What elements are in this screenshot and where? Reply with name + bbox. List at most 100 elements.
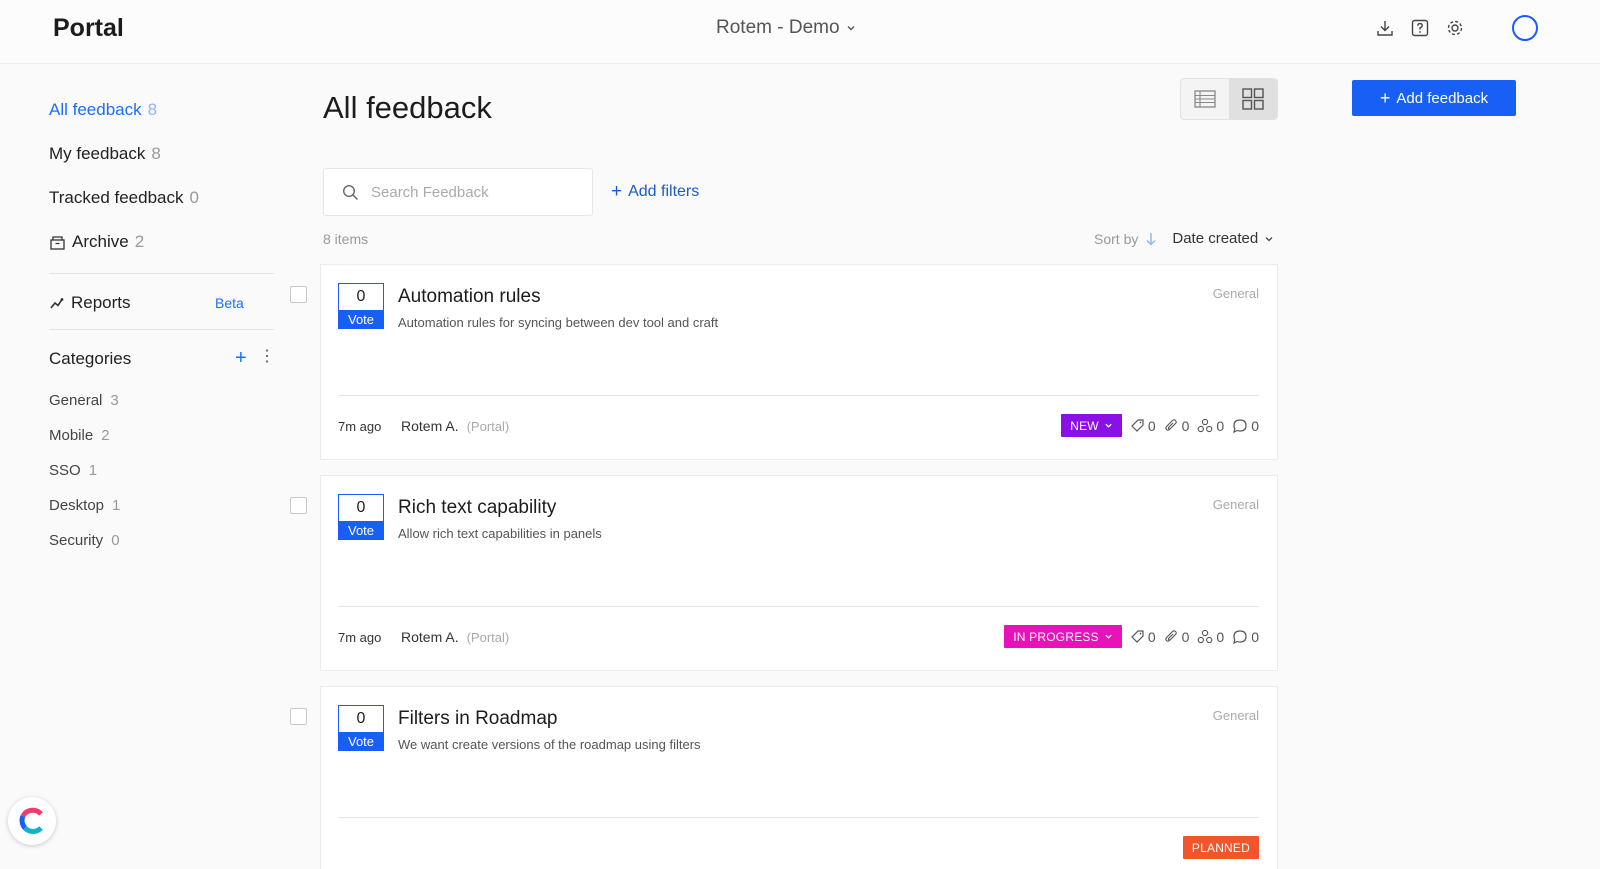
tag-icon	[1130, 419, 1144, 432]
paperclip-icon	[1164, 419, 1177, 431]
comments-value: 0	[1251, 417, 1259, 434]
comments-count[interactable]: 0	[1232, 418, 1259, 434]
add-feedback-button[interactable]: + Add feedback	[1352, 80, 1516, 116]
archive-icon	[50, 235, 65, 250]
comments-count[interactable]: 0	[1232, 629, 1259, 645]
status-label: IN PROGRESS	[1013, 629, 1099, 644]
category-item-mobile[interactable]: Mobile 2	[49, 427, 110, 444]
chevron-down-icon	[847, 26, 855, 31]
view-toggle	[1180, 78, 1278, 120]
tags-count[interactable]: 0	[1130, 418, 1156, 434]
card-meta: NEW 0 0 0 0	[1061, 414, 1259, 437]
status-badge[interactable]: PLANNED	[1182, 836, 1259, 859]
status-label: NEW	[1070, 418, 1099, 433]
tags-count[interactable]: 0	[1130, 629, 1156, 645]
sidebar-item-count: 8	[147, 100, 158, 119]
tags-value: 0	[1147, 628, 1156, 645]
links-count[interactable]: 0	[1197, 418, 1224, 434]
category-item-security[interactable]: Security 0	[49, 532, 120, 549]
add-category-button[interactable]: +	[235, 348, 247, 368]
card-description: Automation rules for syncing between dev…	[398, 315, 719, 330]
avatar[interactable]	[1512, 15, 1538, 41]
card-meta: IN PROGRESS 0 0 0 0	[1004, 625, 1259, 648]
sort-control: Sort by Date created	[1094, 230, 1274, 247]
chat-widget-button[interactable]	[8, 797, 56, 845]
category-label: Mobile	[49, 427, 94, 444]
table-view-icon	[1194, 90, 1216, 108]
search-box[interactable]	[323, 168, 593, 216]
table-view-button[interactable]	[1181, 79, 1229, 119]
card-author: Rotem A.	[401, 418, 459, 434]
links-count[interactable]: 0	[1197, 629, 1224, 645]
vote-button[interactable]: 0 Vote	[338, 705, 384, 751]
vote-count: 0	[356, 710, 366, 727]
card-title[interactable]: Automation rules	[398, 286, 541, 308]
grid-view-icon	[1242, 88, 1264, 110]
sidebar-item-my-feedback[interactable]: My feedback 8	[49, 144, 161, 164]
card-description: Allow rich text capabilities in panels	[398, 526, 602, 541]
add-filters-button[interactable]: + Add filters	[611, 182, 699, 201]
status-badge[interactable]: NEW	[1061, 414, 1122, 437]
workspace-name: Rotem - Demo	[716, 17, 840, 38]
feedback-card[interactable]: 0 Vote Automation rules Automation rules…	[320, 264, 1278, 460]
category-count: 3	[110, 392, 119, 409]
category-item-sso[interactable]: SSO 1	[49, 462, 97, 479]
comment-icon	[1233, 629, 1247, 644]
help-icon[interactable]	[1409, 17, 1431, 39]
card-source: (Portal)	[466, 419, 510, 434]
card-checkbox[interactable]	[290, 708, 307, 725]
comment-icon	[1233, 418, 1247, 433]
paperclip-icon	[1164, 630, 1177, 642]
category-count: 0	[111, 532, 120, 549]
sidebar-item-count: 0	[189, 188, 199, 207]
sidebar-item-label: All feedback	[49, 100, 142, 119]
beta-badge: Beta	[215, 295, 244, 311]
feedback-card[interactable]: 0 Vote Filters in Roadmap We want create…	[320, 686, 1278, 869]
vote-count: 0	[356, 499, 366, 516]
attachments-count[interactable]: 0	[1164, 628, 1190, 645]
sidebar-item-all-feedback[interactable]: All feedback 8	[49, 100, 157, 120]
card-meta: PLANNED	[1182, 836, 1259, 859]
gear-icon[interactable]	[1444, 17, 1466, 39]
sort-direction-icon[interactable]	[1144, 231, 1158, 247]
workspace-selector[interactable]: Rotem - Demo	[716, 17, 857, 39]
vote-count: 0	[356, 288, 366, 305]
tag-icon	[1130, 630, 1144, 643]
category-item-general[interactable]: General 3	[49, 392, 119, 409]
reports-icon	[50, 298, 64, 309]
categories-more-icon[interactable]: ⋮	[259, 349, 275, 365]
card-source: (Portal)	[466, 630, 510, 645]
sidebar-item-tracked-feedback[interactable]: Tracked feedback 0	[49, 188, 199, 208]
vote-button[interactable]: 0 Vote	[338, 283, 384, 329]
card-title[interactable]: Filters in Roadmap	[398, 708, 557, 730]
status-badge[interactable]: IN PROGRESS	[1004, 625, 1122, 648]
category-count: 1	[112, 497, 121, 514]
feedback-card[interactable]: 0 Vote Rich text capability Allow rich t…	[320, 475, 1278, 671]
chevron-down-icon	[1105, 634, 1112, 639]
grid-view-button[interactable]	[1229, 79, 1277, 119]
app-logo[interactable]: Portal	[53, 14, 124, 43]
tags-value: 0	[1147, 417, 1156, 434]
card-category: General	[1212, 286, 1259, 301]
attachments-count[interactable]: 0	[1164, 418, 1189, 434]
sidebar-item-label: My feedback	[49, 144, 146, 163]
sidebar-item-reports[interactable]: Reports	[49, 293, 131, 313]
card-checkbox[interactable]	[290, 286, 307, 303]
card-category: General	[1212, 708, 1259, 723]
card-title[interactable]: Rich text capability	[398, 497, 556, 519]
sidebar-divider	[49, 329, 274, 330]
download-icon[interactable]	[1374, 17, 1396, 39]
sort-dropdown[interactable]: Date created	[1172, 230, 1274, 247]
card-checkbox[interactable]	[290, 497, 307, 514]
sidebar-item-archive[interactable]: Archive 2	[49, 232, 144, 252]
card-author-line: Rotem A. (Portal)	[401, 629, 509, 645]
add-filters-label: Add filters	[628, 182, 700, 200]
vote-button[interactable]: 0 Vote	[338, 494, 384, 540]
card-category: General	[1212, 497, 1259, 512]
card-divider	[338, 817, 1259, 818]
search-input[interactable]	[371, 183, 571, 201]
sidebar-item-label: Reports	[71, 293, 131, 312]
category-item-desktop[interactable]: Desktop 1	[49, 497, 120, 514]
chevron-down-icon	[1265, 236, 1273, 241]
attachments-value: 0	[1181, 628, 1190, 645]
